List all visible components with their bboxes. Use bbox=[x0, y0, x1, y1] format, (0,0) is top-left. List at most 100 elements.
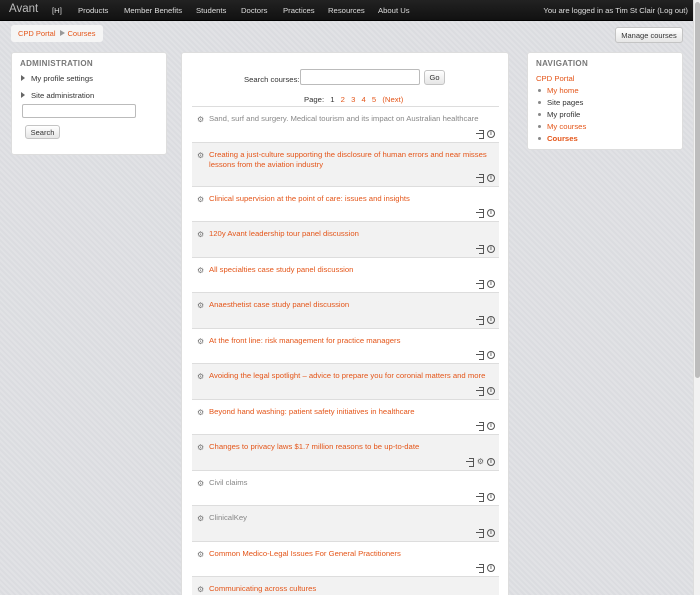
info-icon[interactable]: i bbox=[487, 351, 495, 359]
page-3[interactable]: 3 bbox=[351, 95, 355, 104]
login-info[interactable]: You are logged in as Tim St Clair (Log o… bbox=[543, 6, 688, 15]
course-link[interactable]: ClinicalKey bbox=[209, 513, 491, 523]
course-actions: i bbox=[476, 528, 495, 538]
course-actions: i bbox=[476, 315, 495, 325]
brand-logo[interactable]: Avant bbox=[9, 3, 38, 15]
admin-item-site-administration[interactable]: Site administration bbox=[21, 91, 94, 100]
enrol-icon[interactable] bbox=[476, 386, 484, 396]
enrol-icon[interactable] bbox=[476, 244, 484, 254]
course-link[interactable]: Anaesthetist case study panel discussion bbox=[209, 300, 491, 310]
course-row: ⚙ Sand, surf and surgery. Medical tourism… bbox=[192, 106, 499, 142]
nav-item-label[interactable]: My courses bbox=[547, 122, 586, 131]
breadcrumb-courses[interactable]: Courses bbox=[68, 29, 96, 38]
menu-products[interactable]: Products bbox=[78, 6, 108, 15]
scrollbar-thumb[interactable] bbox=[695, 2, 700, 378]
enrol-icon[interactable] bbox=[476, 493, 484, 502]
page-next[interactable]: (Next) bbox=[382, 95, 403, 104]
course-link[interactable]: Clinical supervision at the point of car… bbox=[209, 194, 491, 204]
info-icon[interactable]: i bbox=[487, 315, 495, 324]
course-row: ⚙ Common Medico-Legal Issues For General … bbox=[192, 540, 499, 577]
course-link[interactable]: Changes to privacy laws $1.7 million rea… bbox=[209, 442, 491, 452]
enrol-icon[interactable] bbox=[476, 315, 484, 325]
menu-home[interactable]: [H] bbox=[52, 6, 62, 15]
info-icon[interactable]: i bbox=[487, 564, 495, 572]
course-actions: i bbox=[476, 493, 495, 502]
course-actions: i bbox=[476, 129, 495, 139]
admin-search-button[interactable]: Search bbox=[25, 125, 60, 139]
page-5[interactable]: 5 bbox=[372, 95, 376, 104]
course-row: ⚙ Changes to privacy laws $1.7 million re… bbox=[192, 434, 499, 470]
course-row: ⚙ Clinical supervision at the point of ca… bbox=[192, 185, 499, 222]
course-icon: ⚙ bbox=[197, 115, 205, 124]
breadcrumb-separator-icon bbox=[59, 30, 65, 36]
info-icon[interactable]: i bbox=[487, 280, 495, 288]
menu-member-benefits[interactable]: Member Benefits bbox=[124, 6, 182, 15]
breadcrumb: CPD Portal Courses bbox=[11, 25, 103, 42]
enrol-icon[interactable] bbox=[465, 457, 474, 467]
course-icon: ⚙ bbox=[197, 372, 205, 381]
search-go-button[interactable]: Go bbox=[424, 70, 445, 85]
manage-courses-button[interactable]: Manage courses bbox=[615, 27, 683, 43]
info-icon[interactable]: i bbox=[487, 209, 495, 217]
nav-item-my-courses[interactable]: My courses bbox=[538, 122, 586, 131]
info-icon[interactable]: i bbox=[487, 422, 495, 430]
enrol-icon[interactable] bbox=[476, 528, 484, 538]
nav-item-my-home[interactable]: My home bbox=[538, 86, 579, 95]
enrol-icon[interactable] bbox=[476, 564, 484, 573]
page-2[interactable]: 2 bbox=[341, 95, 345, 104]
course-row: ⚙ Creating a just-culture supporting the … bbox=[192, 141, 499, 186]
info-icon[interactable]: i bbox=[487, 244, 495, 253]
menu-students[interactable]: Students bbox=[196, 6, 226, 15]
course-actions: i bbox=[476, 244, 495, 254]
course-link[interactable]: 120y Avant leadership tour panel discuss… bbox=[209, 229, 491, 239]
enrol-icon[interactable] bbox=[476, 173, 484, 183]
enrol-icon[interactable] bbox=[476, 280, 484, 289]
nav-item-site-pages[interactable]: Site pages bbox=[538, 98, 583, 107]
menu-resources[interactable]: Resources bbox=[328, 6, 365, 15]
guest-access-icon[interactable]: ⚙ bbox=[477, 457, 484, 466]
course-link[interactable]: Beyond hand washing: patient safety init… bbox=[209, 407, 491, 417]
nav-item-label[interactable]: My home bbox=[547, 86, 579, 95]
nav-item-my-profile[interactable]: My profile bbox=[538, 110, 580, 119]
info-icon[interactable]: i bbox=[487, 173, 495, 182]
course-link[interactable]: Communicating across cultures bbox=[209, 584, 491, 594]
course-link[interactable]: Sand, surf and surgery. Medical tourism … bbox=[209, 114, 491, 124]
nav-item-label[interactable]: Courses bbox=[547, 134, 578, 143]
menu-about-us[interactable]: About Us bbox=[378, 6, 410, 15]
course-link[interactable]: All specialties case study panel discuss… bbox=[209, 265, 491, 275]
course-row: ⚙ Anaesthetist case study panel discussio… bbox=[192, 292, 499, 328]
breadcrumb-cpd-portal[interactable]: CPD Portal bbox=[18, 29, 56, 38]
admin-search-input[interactable] bbox=[22, 104, 136, 118]
info-icon[interactable]: i bbox=[487, 528, 495, 537]
admin-item-label: Site administration bbox=[31, 91, 95, 100]
page-scrollbar[interactable] bbox=[693, 0, 700, 595]
course-icon: ⚙ bbox=[197, 194, 205, 204]
menu-doctors[interactable]: Doctors bbox=[241, 6, 268, 15]
admin-item-profile-settings[interactable]: My profile settings bbox=[21, 74, 93, 83]
course-link[interactable]: At the front line: risk management for p… bbox=[209, 336, 491, 346]
course-link[interactable]: Avoiding the legal spotlight – advice to… bbox=[209, 371, 491, 381]
bullet-icon bbox=[538, 101, 541, 104]
course-link[interactable]: Civil claims bbox=[209, 478, 491, 488]
enrol-icon[interactable] bbox=[476, 422, 484, 431]
page-4[interactable]: 4 bbox=[362, 95, 366, 104]
search-courses-label: Search courses: bbox=[244, 75, 300, 84]
nav-cpd-portal[interactable]: CPD Portal bbox=[536, 74, 574, 83]
administration-block: ADMINISTRATION My profile settings Site … bbox=[11, 52, 167, 155]
course-link[interactable]: Common Medico-Legal Issues For General P… bbox=[209, 549, 491, 559]
info-icon[interactable]: i bbox=[487, 493, 495, 501]
info-icon[interactable]: i bbox=[487, 129, 495, 138]
course-icon: ⚙ bbox=[197, 514, 205, 523]
search-courses-input[interactable] bbox=[300, 69, 420, 85]
info-icon[interactable]: i bbox=[487, 386, 495, 395]
info-icon[interactable]: i bbox=[487, 457, 495, 466]
enrol-icon[interactable] bbox=[476, 351, 484, 360]
nav-item-courses[interactable]: Courses bbox=[538, 134, 578, 143]
enrol-icon[interactable] bbox=[476, 129, 484, 139]
course-row: ⚙ Avoiding the legal spotlight – advice t… bbox=[192, 363, 499, 399]
expand-arrow-icon[interactable] bbox=[21, 92, 25, 98]
enrol-icon[interactable] bbox=[476, 209, 484, 218]
course-link[interactable]: Creating a just-culture supporting the d… bbox=[209, 150, 491, 170]
menu-practices[interactable]: Practices bbox=[283, 6, 315, 15]
expand-arrow-icon[interactable] bbox=[21, 75, 25, 81]
